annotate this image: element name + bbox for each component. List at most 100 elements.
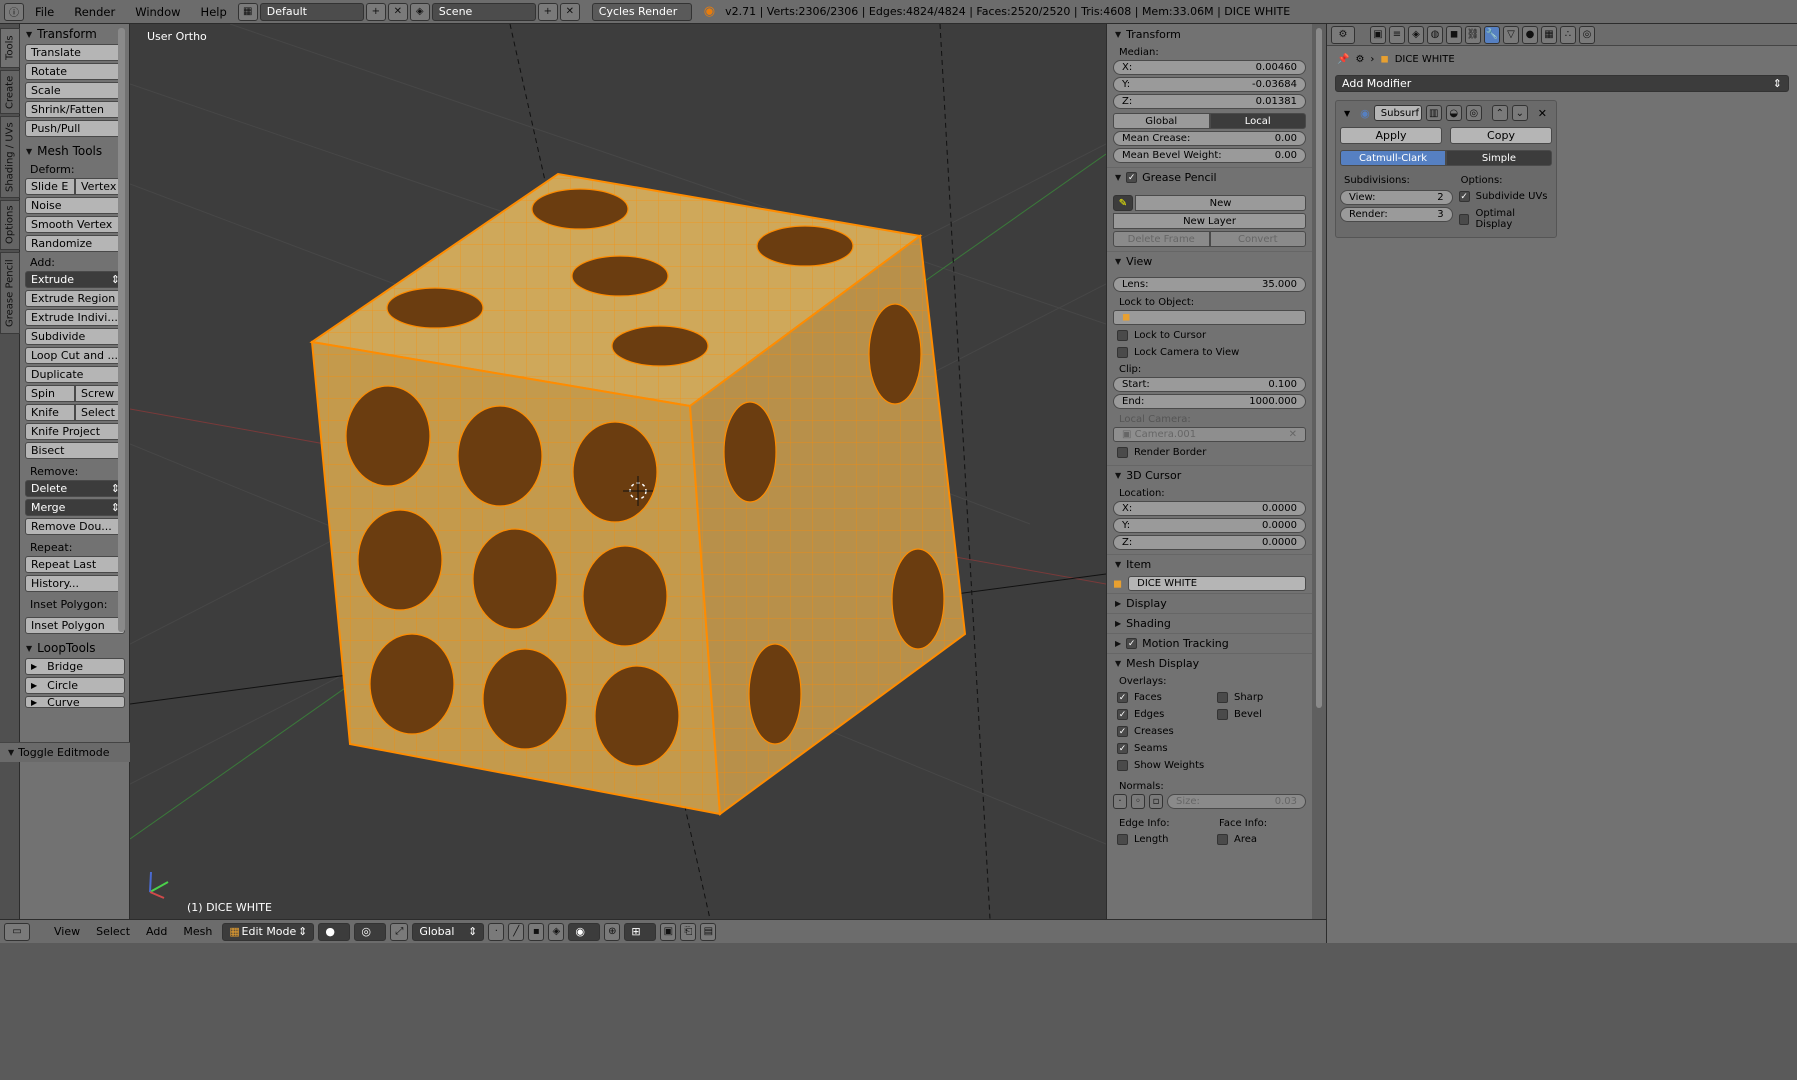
face-select-icon[interactable]: ▪: [528, 922, 545, 941]
normals-size-field[interactable]: Size: 0.03: [1167, 794, 1306, 809]
add-layout-icon[interactable]: +: [365, 2, 386, 21]
menu-window[interactable]: Window: [126, 5, 189, 19]
remove-doubles-button[interactable]: Remove Dou...: [25, 518, 125, 535]
render-engine-select[interactable]: Cycles Render: [591, 2, 692, 21]
screen-layout-field[interactable]: Default: [259, 2, 364, 21]
new-layer-button[interactable]: New Layer: [1113, 213, 1306, 229]
item-name-field[interactable]: DICE WHITE: [1128, 576, 1306, 591]
local-camera-field[interactable]: ▣ Camera.001 ✕: [1113, 427, 1306, 442]
shading-panel-header[interactable]: ▶ Shading: [1107, 613, 1312, 633]
subdivide-button[interactable]: Subdivide: [25, 328, 125, 345]
copy-button[interactable]: Copy: [1450, 127, 1552, 144]
inset-polygon-button[interactable]: Inset Polygon: [25, 617, 125, 634]
editor-type-icon[interactable]: ⚙: [1331, 25, 1355, 44]
texture-tab-icon[interactable]: ▦: [1541, 25, 1557, 44]
clip-end-field[interactable]: End: 1000.000: [1113, 394, 1306, 409]
menu-mesh[interactable]: Mesh: [177, 925, 218, 938]
tab-tools[interactable]: Tools: [0, 28, 20, 68]
view-levels-field[interactable]: View: 2: [1340, 190, 1453, 205]
lock-camera-checkbox[interactable]: Lock Camera to View: [1107, 344, 1312, 361]
menu-view[interactable]: View: [48, 925, 86, 938]
repeat-last-button[interactable]: Repeat Last: [25, 556, 125, 573]
grease-pencil-panel-header[interactable]: ▼ ✓ Grease Pencil: [1107, 167, 1312, 187]
particles-tab-icon[interactable]: ∴: [1560, 25, 1576, 44]
split-normal-icon[interactable]: ◦: [1131, 794, 1145, 809]
translate-button[interactable]: Translate: [25, 44, 125, 61]
view-panel-header[interactable]: ▼ View: [1107, 251, 1312, 271]
snap-icon[interactable]: ⊕: [604, 922, 621, 941]
pin-icon[interactable]: 📌: [1337, 54, 1349, 65]
noise-button[interactable]: Noise: [25, 197, 125, 214]
randomize-button[interactable]: Randomize: [25, 235, 125, 252]
creases-checkbox[interactable]: ✓ Creases: [1107, 723, 1207, 740]
tab-options[interactable]: Options: [0, 200, 20, 250]
median-z-field[interactable]: Z: 0.01381: [1113, 94, 1306, 109]
remove-layout-icon[interactable]: ✕: [387, 2, 408, 21]
render-tab-icon[interactable]: ▣: [1370, 25, 1386, 44]
median-y-field[interactable]: Y: -0.03684: [1113, 77, 1306, 92]
spin-button[interactable]: Spin: [25, 385, 75, 402]
render-levels-field[interactable]: Render: 3: [1340, 207, 1453, 222]
faces-checkbox[interactable]: ✓ Faces: [1107, 689, 1207, 706]
mode-select[interactable]: ▦ Edit Mode ⇕: [222, 922, 315, 941]
move-down-icon[interactable]: ⌄: [1511, 105, 1528, 121]
pencil-icon[interactable]: ✎: [1113, 195, 1133, 211]
menu-select[interactable]: Select: [90, 925, 136, 938]
edge-select-icon[interactable]: ╱: [508, 922, 525, 941]
pivot-point-select[interactable]: ◎: [354, 922, 387, 941]
knife-button[interactable]: Knife: [25, 404, 75, 421]
vertex-select-icon[interactable]: ·: [488, 922, 505, 941]
3d-viewport[interactable]: User Ortho (1) DICE WHITE: [130, 24, 1106, 919]
median-x-field[interactable]: X: 0.00460: [1113, 60, 1306, 75]
scrollbar-thumb[interactable]: [1316, 28, 1322, 708]
world-tab-icon[interactable]: ◍: [1427, 25, 1443, 44]
delete-menu[interactable]: Delete ⇕: [25, 480, 125, 497]
grease-pencil-checkbox[interactable]: ✓: [1126, 172, 1138, 183]
constraints-tab-icon[interactable]: ⛓: [1465, 25, 1481, 44]
menu-render[interactable]: Render: [65, 5, 124, 19]
layers-tab-icon[interactable]: ≡: [1389, 25, 1405, 44]
looptools-panel-header[interactable]: ▼ LoopTools: [20, 638, 129, 658]
film-icon[interactable]: ▤: [700, 922, 717, 941]
motion-tracking-panel-header[interactable]: ▶ ✓ Motion Tracking: [1107, 633, 1312, 653]
display-panel-header[interactable]: ▶ Display: [1107, 593, 1312, 613]
editor-type-icon[interactable]: ▭: [4, 922, 30, 941]
smooth-vertex-button[interactable]: Smooth Vertex: [25, 216, 125, 233]
modifiers-tab-icon[interactable]: 🔧: [1484, 25, 1500, 44]
grease-pencil-new-button[interactable]: New: [1135, 195, 1306, 211]
3d-cursor-panel-header[interactable]: ▼ 3D Cursor: [1107, 465, 1312, 485]
menu-help[interactable]: Help: [192, 5, 236, 19]
add-modifier-menu[interactable]: Add Modifier ⇕: [1335, 75, 1789, 92]
orientation-select[interactable]: Global ⇕: [412, 922, 485, 941]
item-panel-header[interactable]: ▼ Item: [1107, 554, 1312, 574]
add-scene-icon[interactable]: +: [537, 2, 558, 21]
lock-cursor-checkbox[interactable]: Lock to Cursor: [1107, 327, 1312, 344]
viewport-shading-select[interactable]: ●: [318, 922, 351, 941]
simple-button[interactable]: Simple: [1446, 150, 1552, 166]
camera-render-icon[interactable]: ⎗: [680, 922, 697, 941]
transform-panel-header[interactable]: ▼ Transform: [1107, 24, 1312, 44]
local-button[interactable]: Local: [1209, 113, 1306, 129]
render-icon[interactable]: ▣: [660, 922, 677, 941]
clear-icon[interactable]: ✕: [1289, 429, 1297, 440]
history-button[interactable]: History...: [25, 575, 125, 592]
render-border-checkbox[interactable]: Render Border: [1107, 444, 1312, 461]
show-weights-checkbox[interactable]: Show Weights: [1107, 757, 1312, 774]
mean-bevel-weight-field[interactable]: Mean Bevel Weight: 0.00: [1113, 148, 1306, 163]
duplicate-button[interactable]: Duplicate: [25, 366, 125, 383]
slide-edge-button[interactable]: Slide E: [25, 178, 75, 195]
occlude-geometry-icon[interactable]: ◈: [548, 922, 565, 941]
snap-element-select[interactable]: ⊞: [624, 922, 657, 941]
scene-field[interactable]: Scene: [431, 2, 536, 21]
bevel-checkbox[interactable]: Bevel: [1207, 706, 1263, 723]
catmull-clark-button[interactable]: Catmull-Clark: [1340, 150, 1446, 166]
clip-start-field[interactable]: Start: 0.100: [1113, 377, 1306, 392]
info-editor-icon[interactable]: ⓘ: [4, 2, 24, 21]
object-tab-icon[interactable]: ◼: [1446, 25, 1462, 44]
sharp-checkbox[interactable]: Sharp: [1207, 689, 1263, 706]
proportional-edit-select[interactable]: ◉: [568, 922, 601, 941]
face-normal-icon[interactable]: ▫: [1149, 794, 1163, 809]
edges-checkbox[interactable]: ✓ Edges: [1107, 706, 1207, 723]
viewport-scene[interactable]: [130, 24, 1106, 919]
convert-button[interactable]: Convert: [1209, 231, 1306, 247]
